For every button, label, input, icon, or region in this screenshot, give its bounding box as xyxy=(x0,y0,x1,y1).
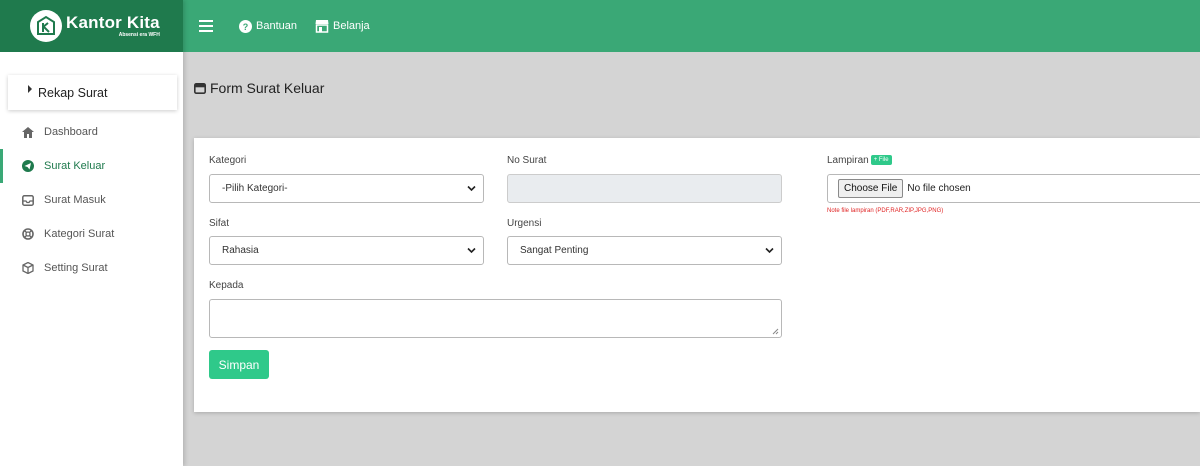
sidebar-item-label: Kategori Surat xyxy=(44,228,115,240)
brand-title: Kantor Kita xyxy=(66,13,160,32)
chevron-down-icon xyxy=(467,185,476,192)
no-surat-label: No Surat xyxy=(507,155,547,166)
home-icon xyxy=(22,126,34,138)
sifat-select[interactable]: Rahasia xyxy=(209,236,484,265)
bantuan-label: Bantuan xyxy=(256,20,297,32)
topbar: ? Bantuan Belanja xyxy=(183,0,1200,52)
hamburger-menu-icon[interactable] xyxy=(199,20,213,32)
resize-grip-icon[interactable] xyxy=(772,328,779,335)
brand[interactable]: Kantor Kita Absensi era WFH xyxy=(0,0,183,52)
sidebar-section-rekap-surat[interactable]: Rekap Surat xyxy=(8,75,177,110)
chevron-down-icon xyxy=(765,247,774,254)
sidebar-item-label: Setting Surat xyxy=(44,262,108,274)
sidebar-item-kategori-surat[interactable]: Kategori Surat xyxy=(0,217,183,251)
kategori-select[interactable]: -Pilih Kategori- xyxy=(209,174,484,203)
add-file-badge[interactable]: + File xyxy=(870,155,892,166)
kepada-textarea[interactable] xyxy=(209,299,782,338)
sidebar-item-label: Surat Keluar xyxy=(44,160,106,172)
lampiran-note: Note file lampiran (PDF,RAR,ZIP,JPG,PNG) xyxy=(827,208,944,214)
inbox-icon xyxy=(22,194,34,206)
sidebar-item-surat-keluar[interactable]: Surat Keluar xyxy=(0,149,183,183)
kepada-label: Kepada xyxy=(209,280,244,291)
sidebar-item-dashboard[interactable]: Dashboard xyxy=(0,115,183,149)
brand-logo xyxy=(30,10,62,42)
page-title-text: Form Surat Keluar xyxy=(210,80,325,96)
brand-subtitle: Absensi era WFH xyxy=(118,32,160,38)
lifebuoy-icon xyxy=(22,228,34,240)
kategori-value: -Pilih Kategori- xyxy=(222,183,288,194)
store-icon xyxy=(315,20,329,33)
bantuan-link[interactable]: ? Bantuan xyxy=(239,19,297,33)
sifat-label: Sifat xyxy=(209,218,230,229)
caret-right-icon xyxy=(28,84,32,93)
send-icon xyxy=(22,160,34,172)
envelope-icon xyxy=(194,82,206,94)
urgensi-value: Sangat Penting xyxy=(520,245,589,256)
no-surat-input xyxy=(507,174,782,203)
kategori-label: Kategori xyxy=(209,155,247,166)
sidebar: Kantor Kita Absensi era WFH Rekap Surat … xyxy=(0,0,183,466)
belanja-link[interactable]: Belanja xyxy=(315,19,370,33)
page-title: Form Surat Keluar xyxy=(194,80,324,96)
simpan-button[interactable]: Simpan xyxy=(209,350,269,379)
sidebar-nav: Dashboard Surat Keluar Surat Masuk Kateg… xyxy=(0,115,183,285)
belanja-label: Belanja xyxy=(332,20,370,32)
lampiran-file-input[interactable]: Choose File No file chosen xyxy=(827,174,1200,203)
sidebar-item-label: Dashboard xyxy=(44,126,98,138)
urgensi-select[interactable]: Sangat Penting xyxy=(507,236,782,265)
svg-text:?: ? xyxy=(243,22,249,32)
question-circle-icon: ? xyxy=(239,19,252,33)
cube-icon xyxy=(22,262,34,274)
lampiran-label: Lampiran + File xyxy=(827,155,892,166)
lampiran-label-text: Lampiran xyxy=(827,155,869,166)
choose-file-button[interactable]: Choose File xyxy=(838,179,904,198)
chevron-down-icon xyxy=(467,247,476,254)
sidebar-item-setting-surat[interactable]: Setting Surat xyxy=(0,251,183,285)
sidebar-item-label: Surat Masuk xyxy=(44,194,106,206)
sifat-value: Rahasia xyxy=(222,245,259,256)
file-status: No file chosen xyxy=(907,183,971,194)
sidebar-section-label: Rekap Surat xyxy=(38,85,108,100)
urgensi-label: Urgensi xyxy=(507,218,542,229)
form-card: Kategori -Pilih Kategori- No Surat Sifat… xyxy=(194,138,1200,412)
sidebar-item-surat-masuk[interactable]: Surat Masuk xyxy=(0,183,183,217)
